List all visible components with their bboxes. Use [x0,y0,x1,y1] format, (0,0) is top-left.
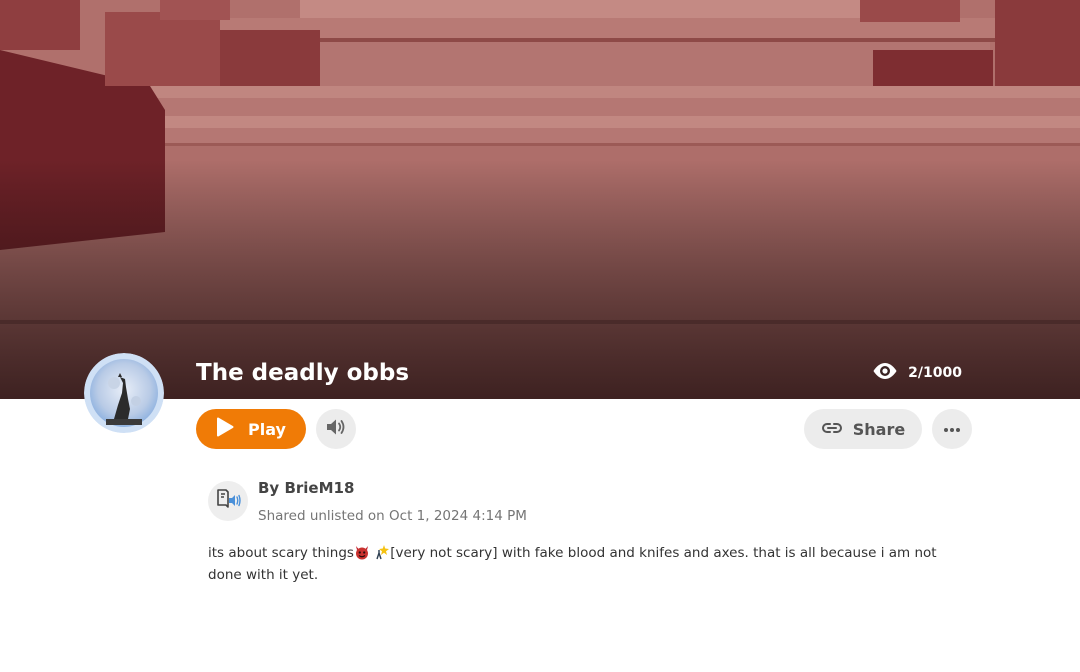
sound-button[interactable] [316,409,356,449]
play-label: Play [248,419,286,439]
view-count-value: 2/1000 [908,365,962,381]
share-label: Share [852,419,906,439]
author-line: By BrieM18 [258,478,354,498]
hero-scene [0,0,1080,399]
project-avatar[interactable] [84,353,164,433]
share-button[interactable]: Share [804,409,922,449]
devil-face-emoji-icon [354,544,370,566]
link-icon [821,420,843,439]
eye-icon [872,362,898,384]
description-text-start: its about scary things [208,545,354,561]
author-link[interactable]: BrieM18 [284,479,354,497]
view-count: 2/1000 [872,362,962,384]
book-audio-icon [215,487,241,516]
play-button[interactable]: Play [196,409,306,449]
project-title: The deadly obbs [196,360,410,386]
play-icon [216,417,234,441]
hero-banner [0,0,1080,399]
speaker-icon [326,418,346,441]
wolf-moon-image [84,353,164,433]
shared-info: Shared unlisted on Oct 1, 2024 4:14 PM [258,508,527,524]
sparkle-figure-emoji-icon [374,544,390,566]
author-icon [208,481,248,521]
project-description: its about scary things [very not scary] … [208,544,968,585]
more-dots-icon [943,420,961,438]
author-prefix: By [258,479,285,497]
more-options-button[interactable] [932,409,972,449]
